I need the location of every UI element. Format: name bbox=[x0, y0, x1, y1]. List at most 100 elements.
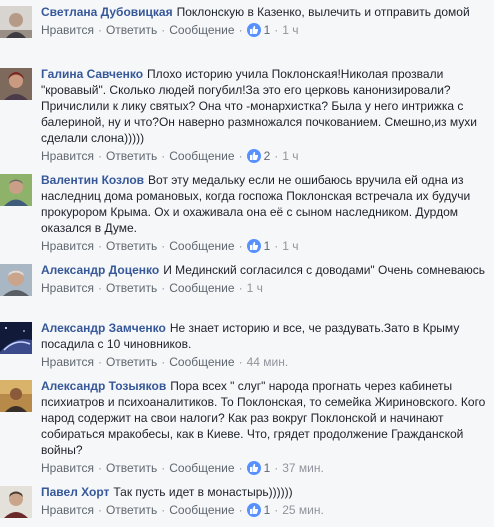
separator-dot: · bbox=[238, 503, 243, 517]
comment-timestamp[interactable]: 1 ч bbox=[282, 148, 298, 164]
thumbs-up-icon bbox=[246, 149, 261, 163]
separator-dot: · bbox=[161, 503, 166, 517]
comment-actions: Нравится · Ответить · Сообщение · 1 · 1 … bbox=[41, 238, 486, 254]
comment-author[interactable]: Александр Тозыяков bbox=[41, 379, 166, 393]
comment-timestamp[interactable]: 1 ч bbox=[282, 238, 298, 254]
comment-timestamp[interactable]: 37 мин. bbox=[282, 460, 324, 476]
like-link[interactable]: Нравится bbox=[41, 354, 94, 370]
like-count[interactable]: 1 bbox=[246, 238, 270, 254]
comment-item: Валентин Козлов Вот эту медальку если не … bbox=[0, 172, 494, 256]
avatar[interactable] bbox=[0, 68, 32, 100]
comment-timestamp[interactable]: 1 ч bbox=[247, 280, 263, 296]
separator-dot: · bbox=[238, 239, 243, 253]
comment-actions: Нравится · Ответить · Сообщение · 2 · 1 … bbox=[41, 148, 486, 164]
comment-actions: Нравится · Ответить · Сообщение · 1 · 37… bbox=[41, 460, 486, 476]
like-count[interactable]: 1 bbox=[246, 502, 270, 518]
comment-item: Галина Савченко Плохо историю учила Покло… bbox=[0, 66, 494, 170]
reply-link[interactable]: Ответить bbox=[106, 280, 157, 296]
like-link[interactable]: Нравится bbox=[41, 148, 94, 164]
like-link[interactable]: Нравится bbox=[41, 22, 94, 38]
separator-dot: · bbox=[238, 149, 243, 163]
thumbs-up-icon bbox=[246, 461, 261, 475]
reply-link[interactable]: Ответить bbox=[106, 148, 157, 164]
thumbs-up-icon bbox=[246, 239, 261, 253]
message-link[interactable]: Сообщение bbox=[169, 148, 234, 164]
comment-author[interactable]: Александр Замченко bbox=[41, 321, 166, 335]
separator-dot: · bbox=[238, 281, 243, 295]
comment-body: Светлана Дубовицкая Поклонскую в Казенко,… bbox=[41, 4, 486, 38]
comment-author[interactable]: Валентин Козлов bbox=[41, 173, 144, 187]
avatar[interactable] bbox=[0, 486, 32, 518]
comment-text: И Мединский согласился с доводами" Очень… bbox=[163, 263, 486, 277]
comment-item: Александр Замченко Не знает историю и все… bbox=[0, 320, 494, 372]
comment-author[interactable]: Светлана Дубовицкая bbox=[41, 5, 173, 19]
message-link[interactable]: Сообщение bbox=[169, 460, 234, 476]
comment-item: Александр Тозыяков Пора всех " слуг" наро… bbox=[0, 378, 494, 478]
separator-dot: · bbox=[274, 23, 279, 37]
like-count[interactable]: 1 bbox=[246, 22, 270, 38]
separator-dot: · bbox=[161, 355, 166, 369]
separator-dot: · bbox=[274, 503, 279, 517]
thumbs-up-icon bbox=[246, 503, 261, 517]
comment-author[interactable]: Павел Хорт bbox=[41, 485, 109, 499]
comment-body: Павел Хорт Так пусть идет в монастырь))))… bbox=[41, 484, 486, 518]
reply-link[interactable]: Ответить bbox=[106, 460, 157, 476]
message-link[interactable]: Сообщение bbox=[169, 22, 234, 38]
comment-timestamp[interactable]: 1 ч bbox=[282, 22, 298, 38]
separator-dot: · bbox=[274, 239, 279, 253]
avatar[interactable] bbox=[0, 322, 32, 354]
like-count[interactable]: 2 bbox=[246, 148, 270, 164]
comment-item: Светлана Дубовицкая Поклонскую в Казенко,… bbox=[0, 4, 494, 62]
comment-actions: Нравится · Ответить · Сообщение · 1 ч bbox=[41, 280, 486, 296]
avatar[interactable] bbox=[0, 380, 32, 412]
comment-body: Валентин Козлов Вот эту медальку если не … bbox=[41, 172, 486, 254]
comment-timestamp[interactable]: 25 мин. bbox=[282, 502, 324, 518]
separator-dot: · bbox=[97, 23, 102, 37]
comment-body: Галина Савченко Плохо историю учила Покло… bbox=[41, 66, 486, 164]
comment-body: Александр Тозыяков Пора всех " слуг" наро… bbox=[41, 378, 486, 476]
separator-dot: · bbox=[161, 149, 166, 163]
message-link[interactable]: Сообщение bbox=[169, 238, 234, 254]
comment-actions: Нравится · Ответить · Сообщение · 44 мин… bbox=[41, 354, 486, 370]
separator-dot: · bbox=[97, 355, 102, 369]
like-link[interactable]: Нравится bbox=[41, 238, 94, 254]
comment-actions: Нравится · Ответить · Сообщение · 1 · 1 … bbox=[41, 22, 486, 38]
comment-body: Александр Замченко Не знает историю и все… bbox=[41, 320, 486, 370]
avatar[interactable] bbox=[0, 6, 32, 38]
like-count[interactable]: 1 bbox=[246, 460, 270, 476]
like-link[interactable]: Нравится bbox=[41, 460, 94, 476]
avatar[interactable] bbox=[0, 174, 32, 206]
separator-dot: · bbox=[97, 281, 102, 295]
message-link[interactable]: Сообщение bbox=[169, 502, 234, 518]
comment-item: Павел Хорт Так пусть идет в монастырь))))… bbox=[0, 484, 494, 524]
like-link[interactable]: Нравится bbox=[41, 502, 94, 518]
comment-list: Светлана Дубовицкая Поклонскую в Казенко,… bbox=[0, 0, 494, 527]
comment-author[interactable]: Александр Доценко bbox=[41, 263, 159, 277]
message-link[interactable]: Сообщение bbox=[169, 280, 234, 296]
separator-dot: · bbox=[161, 281, 166, 295]
separator-dot: · bbox=[97, 149, 102, 163]
message-link[interactable]: Сообщение bbox=[169, 354, 234, 370]
separator-dot: · bbox=[274, 149, 279, 163]
separator-dot: · bbox=[274, 461, 279, 475]
comment-actions: Нравится · Ответить · Сообщение · 1 · 25… bbox=[41, 502, 486, 518]
reply-link[interactable]: Ответить bbox=[106, 354, 157, 370]
separator-dot: · bbox=[161, 461, 166, 475]
separator-dot: · bbox=[97, 461, 102, 475]
comment-timestamp[interactable]: 44 мин. bbox=[247, 354, 289, 370]
avatar[interactable] bbox=[0, 264, 32, 296]
separator-dot: · bbox=[97, 239, 102, 253]
reply-link[interactable]: Ответить bbox=[106, 22, 157, 38]
comment-body: Александр Доценко И Мединский согласился … bbox=[41, 262, 486, 296]
separator-dot: · bbox=[97, 503, 102, 517]
separator-dot: · bbox=[238, 461, 243, 475]
separator-dot: · bbox=[238, 23, 243, 37]
reply-link[interactable]: Ответить bbox=[106, 238, 157, 254]
separator-dot: · bbox=[161, 23, 166, 37]
comment-text: Поклонскую в Казенко, вылечить и отправи… bbox=[176, 5, 470, 19]
comment-item: Александр Доценко И Мединский согласился … bbox=[0, 262, 494, 314]
reply-link[interactable]: Ответить bbox=[106, 502, 157, 518]
like-link[interactable]: Нравится bbox=[41, 280, 94, 296]
comment-author[interactable]: Галина Савченко bbox=[41, 67, 143, 81]
comment-text: Так пусть идет в монастырь)))))) bbox=[113, 485, 293, 499]
